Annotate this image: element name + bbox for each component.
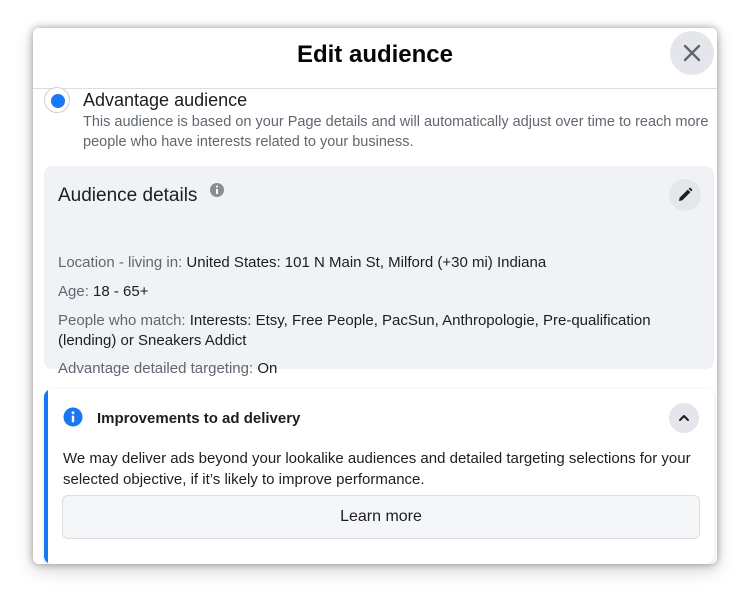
close-button[interactable] [670, 31, 714, 75]
radio-selected-dot [51, 94, 65, 108]
edit-audience-dialog: Edit audience Advantage audience This au… [33, 28, 717, 564]
people-who-match-row: People who match: Interests: Etsy, Free … [58, 311, 688, 351]
location-value: United States: 101 N Main St, Milford (+… [186, 254, 547, 271]
people-who-match-label: People who match: [58, 312, 190, 329]
location-label: Location - living in: [58, 254, 187, 271]
improvements-text: We may deliver ads beyond your lookalike… [63, 450, 691, 488]
age-label: Age: [58, 283, 94, 300]
location-row: Location - living in: United States: 101… [58, 253, 688, 273]
improvements-panel: Improvements to ad delivery We may deliv… [44, 389, 714, 564]
detailed-targeting-row: Advantage detailed targeting: On [58, 359, 688, 379]
dialog-title: Edit audience [296, 41, 454, 68]
detailed-targeting-label: Advantage detailed targeting: [58, 360, 258, 377]
chevron-up-icon [679, 415, 689, 421]
improvements-title: Improvements to ad delivery [97, 410, 301, 427]
age-row: Age: 18 - 65+ [58, 282, 688, 302]
pencil-icon [679, 187, 693, 201]
audience-details-title: Audience details [58, 185, 198, 206]
close-icon [683, 44, 701, 62]
learn-more-button[interactable]: Learn more [62, 495, 700, 539]
audience-details-panel: Audience details Location - living in: U… [44, 166, 714, 377]
radio-outer[interactable] [44, 87, 70, 113]
accent-bar [44, 389, 48, 564]
age-value: 18 - 65+ [93, 283, 149, 300]
info-icon [63, 407, 83, 427]
info-icon[interactable] [209, 182, 225, 198]
edit-audience-button[interactable] [669, 179, 701, 211]
detailed-targeting-value: On [257, 360, 278, 377]
option-description: This audience is based on your Page deta… [83, 114, 709, 150]
dialog-header: Edit audience [33, 28, 717, 89]
option-title[interactable]: Advantage audience [83, 90, 247, 111]
collapse-button[interactable] [669, 403, 699, 433]
